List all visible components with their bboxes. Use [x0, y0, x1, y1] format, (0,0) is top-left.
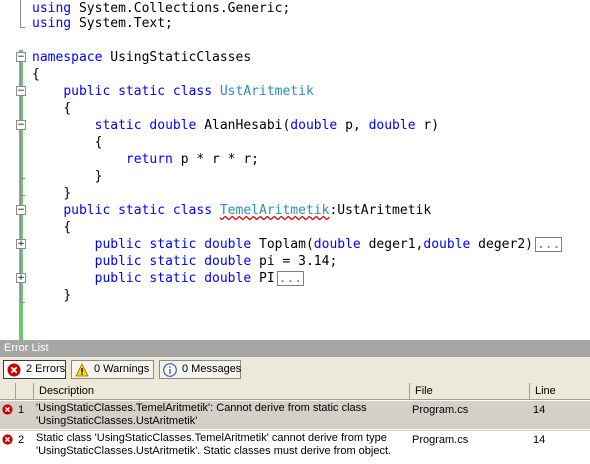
keyword: public static double	[94, 254, 259, 269]
method-name: Toplam(	[259, 237, 314, 252]
warning-icon	[75, 363, 89, 377]
keyword: public static class	[63, 84, 220, 99]
code-text: p,	[337, 118, 369, 133]
row-description-line1: Static class 'UsingStaticClasses.TemelAr…	[36, 432, 387, 444]
error-list-panel: Error List 2 Errors 0 Warnings 0 Message…	[0, 340, 590, 464]
keyword: double	[423, 237, 471, 252]
code-text: r)	[415, 118, 440, 133]
row-description-line2: 'UsingStaticClasses.UstAritmetik'	[36, 415, 198, 427]
code-line: {	[32, 100, 71, 117]
keyword: double	[290, 118, 338, 133]
column-header-number[interactable]	[16, 383, 34, 400]
row-line: 14	[533, 404, 546, 416]
code-text: deger2)	[470, 237, 533, 252]
code-text: PI	[259, 271, 275, 286]
namespace-name: UsingStaticClasses	[102, 50, 252, 65]
code-line: namespace UsingStaticClasses	[32, 49, 251, 66]
code-text: System.Collections.Generic;	[71, 1, 291, 16]
collapsed-block[interactable]: ...	[534, 237, 563, 252]
method-name: AlanHesabi(	[204, 118, 291, 133]
expand-property-icon[interactable]: +	[16, 273, 26, 283]
error-table: Description File Line 1 'UsingStaticClas…	[0, 383, 590, 464]
messages-filter-button[interactable]: 0 Messages	[159, 360, 241, 379]
table-row[interactable]: 1 'UsingStaticClasses.TemelAritmetik': C…	[0, 401, 590, 429]
code-line: static double AlanHesabi(double p, doubl…	[32, 117, 439, 134]
brace: {	[63, 101, 72, 116]
code-line: }	[32, 185, 71, 202]
errors-count-label: 2 Errors	[26, 363, 66, 375]
brace: }	[94, 169, 103, 184]
code-line: return p * r * r;	[32, 151, 259, 168]
row-line: 14	[533, 434, 546, 446]
code-text: p * r * r;	[172, 152, 259, 167]
row-number: 2	[18, 434, 25, 446]
collapsed-block[interactable]: ...	[276, 271, 305, 286]
outline-end-tick	[20, 195, 25, 196]
messages-count-label: 0 Messages	[182, 363, 242, 375]
code-line: {	[32, 66, 40, 83]
class-name: UstAritmetik	[219, 84, 314, 99]
row-file: Program.cs	[412, 434, 469, 446]
code-line: public static double Toplam(double deger…	[32, 236, 563, 253]
code-line: public static class TemelAritmetik:UstAr…	[32, 202, 431, 219]
code-line: public static double PI...	[32, 270, 305, 287]
code-line: {	[32, 219, 71, 236]
error-icon	[2, 434, 13, 445]
keyword: double	[313, 237, 361, 252]
keyword: public static double	[94, 237, 259, 252]
column-header-line[interactable]: Line	[530, 383, 590, 400]
keyword: return	[125, 152, 173, 167]
keyword: static double	[94, 118, 205, 133]
keyword: namespace	[32, 50, 103, 65]
warnings-filter-button[interactable]: 0 Warnings	[71, 360, 154, 379]
keyword: double	[368, 118, 416, 133]
outline-line	[20, 0, 21, 27]
outline-line	[20, 62, 21, 302]
code-line: public static double pi = 3.14;	[32, 253, 338, 270]
code-editor[interactable]: − − − − + + using System.Collections.Gen…	[0, 0, 590, 340]
keyword: public static double	[94, 271, 259, 286]
error-icon	[2, 404, 13, 415]
expand-method-icon[interactable]: +	[16, 239, 26, 249]
collapse-class-icon[interactable]: −	[16, 86, 26, 96]
outline-end-tick	[20, 27, 25, 28]
row-description-line2: 'UsingStaticClasses.UstAritmetik'. Stati…	[36, 445, 392, 457]
column-header-description[interactable]: Description	[34, 383, 410, 400]
code-line: {	[32, 134, 103, 151]
editor-gutter	[0, 0, 14, 340]
row-description-line1: 'UsingStaticClasses.TemelAritmetik': Can…	[36, 402, 367, 414]
error-icon	[7, 363, 21, 377]
row-number: 1	[18, 404, 25, 416]
keyword: public static class	[63, 203, 220, 218]
outline-end-tick	[20, 178, 25, 179]
code-text: deger1,	[360, 237, 424, 252]
class-name-error[interactable]: TemelAritmetik	[220, 203, 330, 218]
code-line: public static class UstAritmetik	[32, 83, 314, 100]
code-line: }	[32, 168, 103, 185]
keyword: using	[32, 16, 72, 31]
collapse-class-icon[interactable]: −	[16, 205, 26, 215]
collapse-method-icon[interactable]: −	[16, 120, 26, 130]
brace: {	[63, 220, 72, 235]
brace: {	[32, 67, 40, 82]
brace: {	[94, 135, 103, 150]
column-header-icon[interactable]	[0, 383, 16, 400]
table-row[interactable]: 2 Static class 'UsingStaticClasses.Temel…	[0, 431, 590, 459]
column-header-file[interactable]: File	[410, 383, 530, 400]
code-text: System.Text;	[71, 16, 173, 31]
code-line: }	[32, 287, 71, 304]
code-text: :UstAritmetik	[329, 203, 432, 218]
brace: }	[63, 288, 72, 303]
errors-filter-button[interactable]: 2 Errors	[3, 360, 66, 379]
row-file: Program.cs	[412, 404, 469, 416]
warnings-count-label: 0 Warnings	[94, 363, 150, 375]
outline-end-tick	[20, 302, 25, 303]
code-text: pi = 3.14;	[259, 254, 338, 269]
info-icon	[163, 363, 177, 377]
keyword: using	[32, 1, 72, 16]
panel-title[interactable]: Error List	[0, 340, 590, 357]
brace: }	[63, 186, 72, 201]
code-line: using System.Text;	[32, 15, 173, 32]
collapse-namespace-icon[interactable]: −	[16, 52, 26, 62]
